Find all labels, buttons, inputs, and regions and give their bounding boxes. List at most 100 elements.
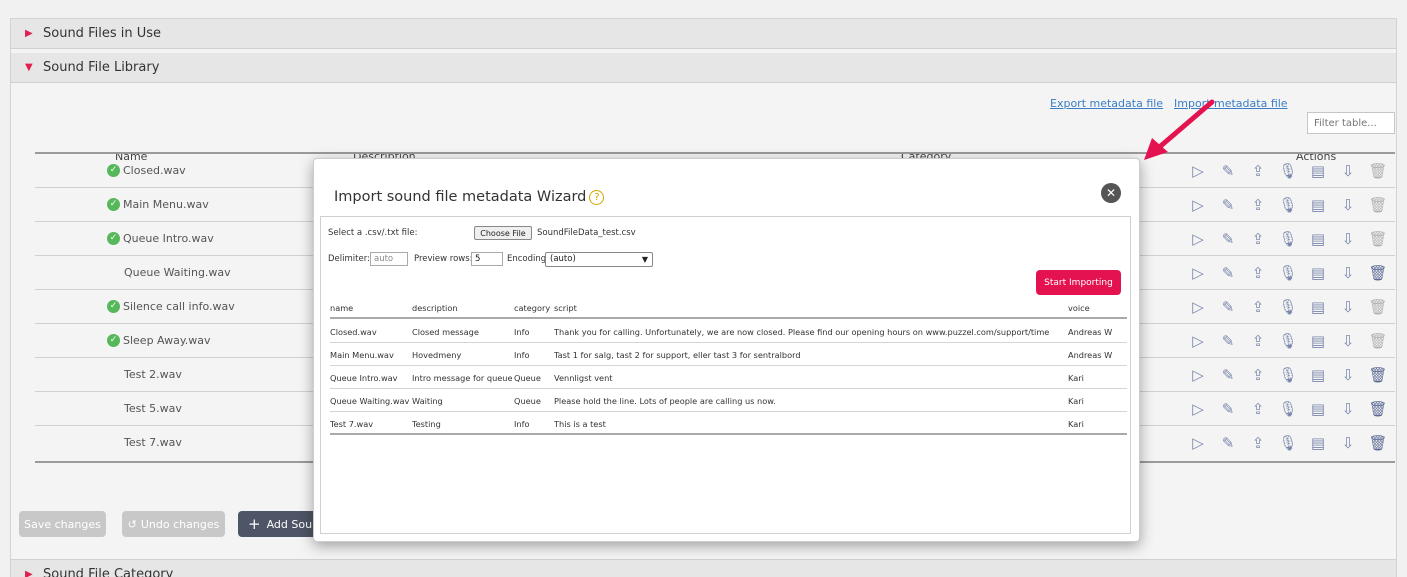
upload-icon[interactable]: ⇪ [1243,161,1273,181]
file-icon[interactable]: ▤ [1303,399,1333,419]
preview-cell-script: Please hold the line. Lots of people are… [554,396,776,406]
play-icon[interactable]: ▷ [1183,195,1213,215]
section-sound-file-library[interactable]: ▼ Sound File Library [11,53,1396,83]
file-icon[interactable]: ▤ [1303,331,1333,351]
check-circle-icon: ✓ [107,163,120,177]
download-icon[interactable]: ⇩ [1333,297,1363,317]
delete-icon[interactable]: 🗑 [1363,331,1393,351]
delete-icon[interactable]: 🗑 [1363,161,1393,181]
edit-icon[interactable]: ✎ [1213,263,1243,283]
record-icon[interactable]: 🎙 [1273,263,1303,283]
help-icon[interactable]: ? [589,189,605,205]
preview-cell-name: Test 7.wav [330,419,374,429]
start-importing-button[interactable]: Start Importing [1036,270,1121,295]
play-icon[interactable]: ▷ [1183,229,1213,249]
play-icon[interactable]: ▷ [1183,263,1213,283]
preview-cell-category: Info [514,350,530,360]
file-name-cell: ✓ Queue Intro.wav [107,230,214,246]
upload-icon[interactable]: ⇪ [1243,433,1273,453]
file-icon[interactable]: ▤ [1303,161,1333,181]
delete-icon[interactable]: 🗑 [1363,433,1393,453]
delimiter-input[interactable]: auto [370,252,408,266]
play-icon[interactable]: ▷ [1183,399,1213,419]
record-icon[interactable]: 🎙 [1273,365,1303,385]
dialog-title-text: Import sound file metadata Wizard [334,189,587,205]
upload-icon[interactable]: ⇪ [1243,263,1273,283]
record-icon[interactable]: 🎙 [1273,433,1303,453]
download-icon[interactable]: ⇩ [1333,195,1363,215]
file-icon[interactable]: ▤ [1303,433,1333,453]
preview-cell-description: Intro message for queue x [412,373,512,383]
download-icon[interactable]: ⇩ [1333,331,1363,351]
record-icon[interactable]: 🎙 [1273,195,1303,215]
undo-changes-button[interactable]: ↺ Undo changes [122,511,225,537]
select-file-label: Select a .csv/.txt file: [328,228,418,238]
delete-icon[interactable]: 🗑 [1363,263,1393,283]
edit-icon[interactable]: ✎ [1213,433,1243,453]
upload-icon[interactable]: ⇪ [1243,365,1273,385]
edit-icon[interactable]: ✎ [1213,229,1243,249]
preview-rows-input[interactable]: 5 [471,252,503,266]
edit-icon[interactable]: ✎ [1213,365,1243,385]
delete-icon[interactable]: 🗑 [1363,399,1393,419]
file-icon[interactable]: ▤ [1303,297,1333,317]
delete-icon[interactable]: 🗑 [1363,297,1393,317]
close-icon[interactable]: ✕ [1101,183,1121,203]
preview-cell-category: Queue [514,373,541,383]
download-icon[interactable]: ⇩ [1333,161,1363,181]
preview-cell-description: Waiting [412,396,443,406]
edit-icon[interactable]: ✎ [1213,297,1243,317]
edit-icon[interactable]: ✎ [1213,331,1243,351]
download-icon[interactable]: ⇩ [1333,229,1363,249]
add-sound-file-button[interactable]: + Add Sour [238,511,318,537]
record-icon[interactable]: 🎙 [1273,297,1303,317]
dialog-title: Import sound file metadata Wizard ? [334,189,605,205]
preview-cell-name: Queue Waiting.wav [330,396,410,406]
section-sound-file-category[interactable]: ▶ Sound File Category [11,559,1396,577]
delete-icon[interactable]: 🗑 [1363,195,1393,215]
play-icon[interactable]: ▷ [1183,365,1213,385]
play-icon[interactable]: ▷ [1183,297,1213,317]
record-icon[interactable]: 🎙 [1273,399,1303,419]
filter-table-input[interactable] [1307,112,1395,134]
preview-cell-script: Tast 1 for salg, tast 2 for support, ell… [554,350,801,360]
upload-icon[interactable]: ⇪ [1243,229,1273,249]
download-icon[interactable]: ⇩ [1333,399,1363,419]
upload-icon[interactable]: ⇪ [1243,195,1273,215]
download-icon[interactable]: ⇩ [1333,263,1363,283]
download-icon[interactable]: ⇩ [1333,365,1363,385]
play-icon[interactable]: ▷ [1183,331,1213,351]
row-actions: ▷ ✎ ⇪ 🎙 ▤ ⇩ 🗑 [1183,263,1393,283]
record-icon[interactable]: 🎙 [1273,229,1303,249]
file-icon[interactable]: ▤ [1303,229,1333,249]
file-name-cell: ✓ Sleep Away.wav [107,332,211,348]
file-icon[interactable]: ▤ [1303,263,1333,283]
section-sound-files-in-use[interactable]: ▶ Sound Files in Use [11,19,1396,49]
save-changes-button[interactable]: Save changes [19,511,106,537]
file-name-cell: Test 5.wav [124,400,182,416]
file-icon[interactable]: ▤ [1303,195,1333,215]
check-circle-icon: ✓ [107,231,120,245]
record-icon[interactable]: 🎙 [1273,331,1303,351]
preview-cell-category: Info [514,327,530,337]
choose-file-button[interactable]: Choose File [474,226,532,240]
preview-cell-voice: Kari [1068,396,1084,406]
wizard-body: Select a .csv/.txt file: Choose File Sou… [320,216,1131,534]
edit-icon[interactable]: ✎ [1213,195,1243,215]
upload-icon[interactable]: ⇪ [1243,297,1273,317]
encoding-select[interactable]: (auto) ▼ [545,252,653,267]
upload-icon[interactable]: ⇪ [1243,399,1273,419]
edit-icon[interactable]: ✎ [1213,399,1243,419]
delete-icon[interactable]: 🗑 [1363,229,1393,249]
file-name-cell: Test 7.wav [124,434,182,450]
delete-icon[interactable]: 🗑 [1363,365,1393,385]
download-icon[interactable]: ⇩ [1333,433,1363,453]
record-icon[interactable]: 🎙 [1273,161,1303,181]
preview-cell-description: Closed message [412,327,479,337]
undo-icon: ↺ [127,517,137,531]
play-icon[interactable]: ▷ [1183,433,1213,453]
preview-cell-voice: Kari [1068,373,1084,383]
file-icon[interactable]: ▤ [1303,365,1333,385]
collapse-triangle-icon: ▼ [25,62,33,73]
upload-icon[interactable]: ⇪ [1243,331,1273,351]
